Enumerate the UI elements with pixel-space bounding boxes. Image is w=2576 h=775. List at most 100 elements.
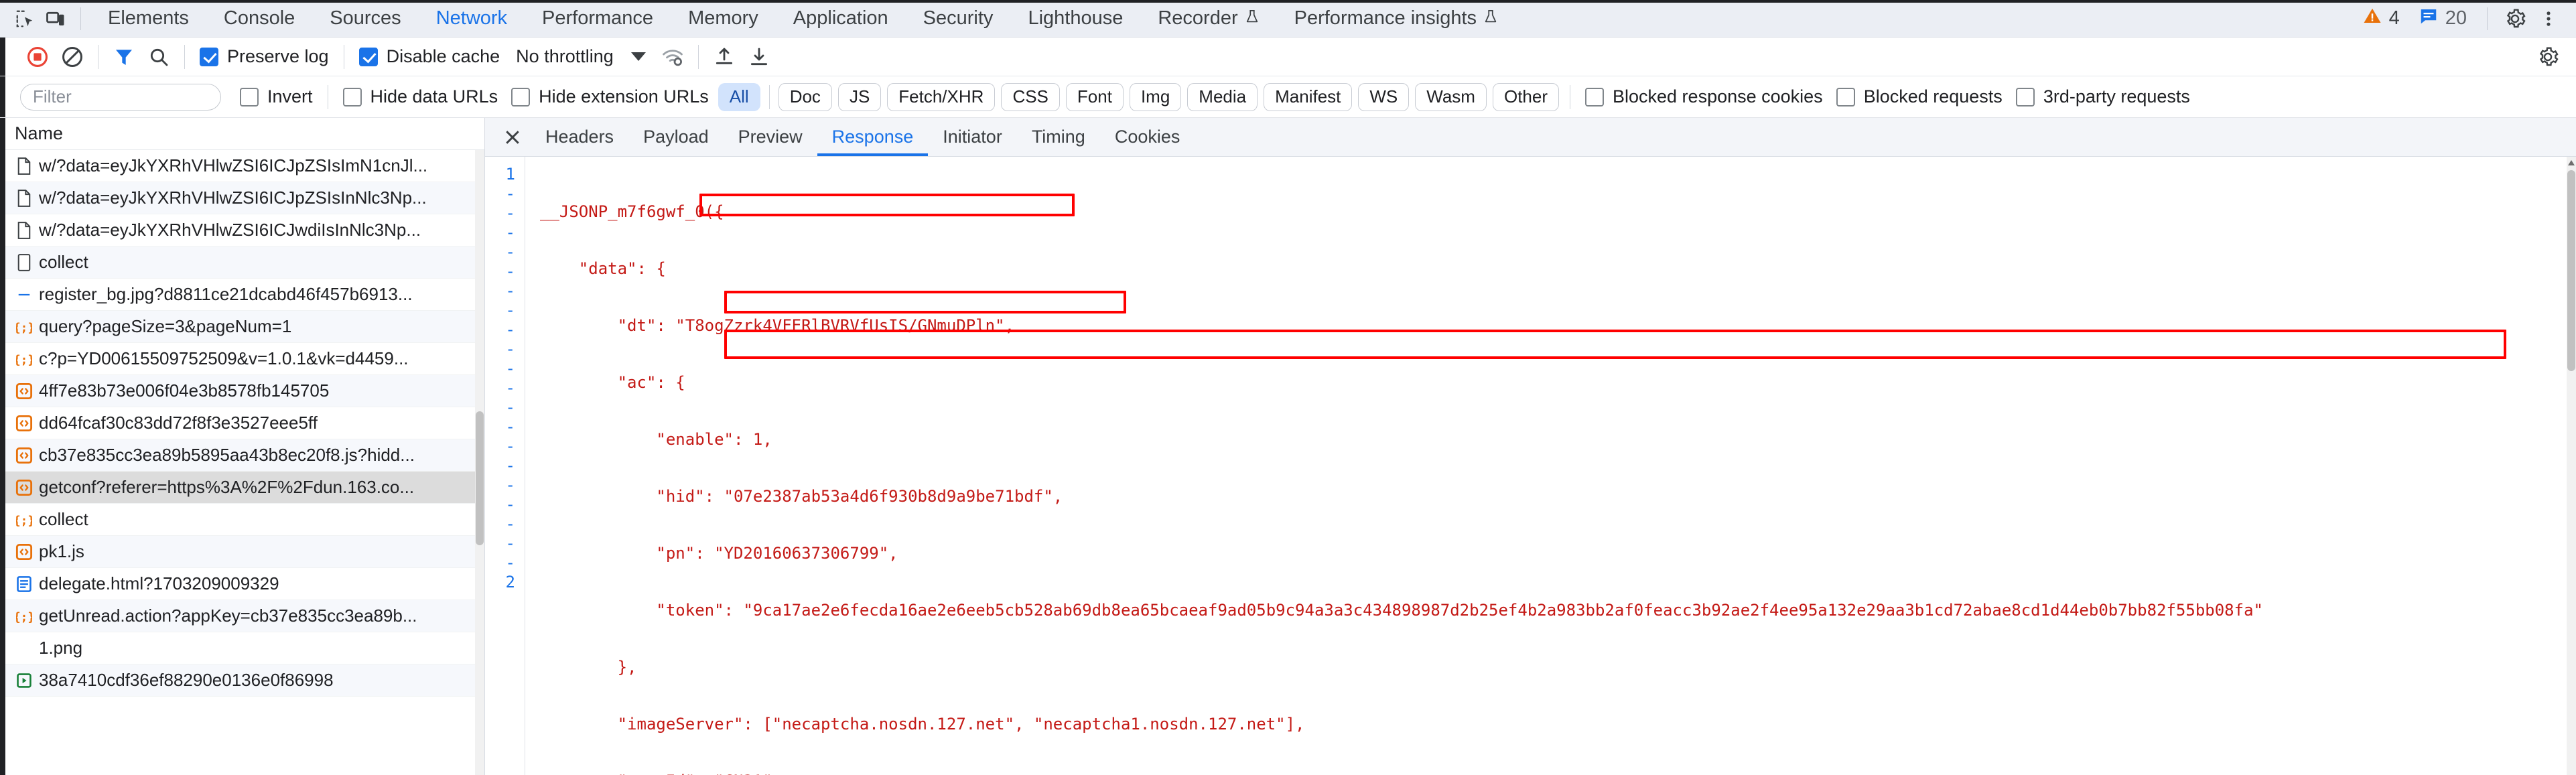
preserve-log-checkbox[interactable]: Preserve log [193, 46, 336, 67]
line-number: - [505, 223, 515, 242]
preserve-log-box[interactable] [200, 47, 218, 66]
search-icon[interactable] [141, 42, 176, 72]
request-row[interactable]: {;} collect [0, 504, 484, 536]
tab-cookies[interactable]: Cookies [1100, 118, 1195, 156]
chip-all[interactable]: All [718, 82, 760, 111]
filter-funnel-icon[interactable] [107, 42, 141, 72]
chip-doc[interactable]: Doc [778, 82, 832, 111]
tab-headers[interactable]: Headers [531, 118, 628, 156]
request-row[interactable]: delegate.html?1703209009329 [0, 568, 484, 600]
request-row[interactable]: w/?data=eyJkYXRhVHlwZSI6ICJpZSIsInNlc3Np… [0, 182, 484, 214]
request-row[interactable]: 1.png [0, 632, 484, 664]
request-row[interactable]: w/?data=eyJkYXRhVHlwZSI6ICJwdiIsInNlc3Np… [0, 214, 484, 246]
tab-memory[interactable]: Memory [671, 0, 776, 37]
response-code[interactable]: __JSONP_m7f6gwf_0({ "data": { "dt": "T8o… [525, 157, 2576, 775]
request-list-header[interactable]: Name [0, 118, 484, 150]
invert-box[interactable] [240, 87, 259, 107]
tab-payload[interactable]: Payload [628, 118, 724, 156]
invert-label: Invert [267, 86, 313, 107]
tab-performance[interactable]: Performance [525, 0, 671, 37]
tab-response[interactable]: Response [817, 118, 929, 156]
request-list-scrollbar[interactable] [475, 150, 484, 775]
clear-icon[interactable] [55, 42, 90, 72]
chip-css[interactable]: CSS [1001, 82, 1060, 111]
tab-lighthouse[interactable]: Lighthouse [1010, 0, 1140, 37]
blocked-response-cookies-box[interactable] [1585, 87, 1604, 107]
request-row[interactable]: register_bg.jpg?d8811ce21dcabd46f457b691… [0, 279, 484, 311]
hide-extension-urls-checkbox[interactable]: Hide extension URLs [504, 86, 716, 107]
record-stop-icon[interactable] [20, 42, 55, 72]
request-name: collect [39, 509, 88, 529]
blocked-requests-checkbox[interactable]: Blocked requests [1830, 86, 2009, 107]
request-row[interactable]: dd64fcaf30c83dd72f8f3e3527eee5ff [0, 407, 484, 439]
throttling-dropdown[interactable]: No throttling [506, 46, 655, 67]
request-row[interactable]: 4ff7e83b73e006f04e3b8578fb145705 [0, 375, 484, 407]
kebab-menu-icon[interactable] [2533, 5, 2564, 32]
invert-checkbox[interactable]: Invert [233, 86, 320, 107]
tab-preview[interactable]: Preview [724, 118, 817, 156]
request-row[interactable]: collect [0, 246, 484, 279]
wifi-settings-icon[interactable] [655, 42, 690, 72]
filter-input[interactable] [20, 83, 221, 111]
tab-console[interactable]: Console [206, 0, 312, 37]
disable-cache-box[interactable] [358, 47, 378, 66]
request-row[interactable]: {;} query?pageSize=3&pageNum=1 [0, 311, 484, 343]
network-settings-gear-icon[interactable] [2530, 42, 2565, 72]
network-filter-bar: Invert Hide data URLs Hide extension URL… [0, 76, 2576, 118]
export-har-icon[interactable] [742, 42, 776, 72]
html-icon [9, 575, 39, 593]
request-row[interactable]: cb37e835cc3ea89b5895aa43b8ec20f8.js?hidd… [0, 439, 484, 472]
tab-security[interactable]: Security [906, 0, 1011, 37]
request-row[interactable]: {;} c?p=YD00615509752509&v=1.0.1&vk=d445… [0, 343, 484, 375]
gear-icon[interactable] [2500, 5, 2530, 32]
response-body-viewer[interactable]: 1 - - - - - - - - - - - - - - - - - - - [485, 157, 2576, 775]
messages-badge[interactable]: 20 [2411, 6, 2475, 31]
tab-initiator[interactable]: Initiator [928, 118, 1017, 156]
chip-wasm[interactable]: Wasm [1415, 82, 1487, 111]
chip-img[interactable]: Img [1129, 82, 1182, 111]
request-row-selected[interactable]: getconf?referer=https%3A%2F%2Fdun.163.co… [0, 472, 484, 504]
request-row[interactable]: w/?data=eyJkYXRhVHlwZSI6ICJpZSIsImN1cnJl… [0, 150, 484, 182]
response-scroll-thumb[interactable] [2567, 170, 2575, 371]
tab-elements[interactable]: Elements [90, 0, 206, 37]
chip-fetch-xhr[interactable]: Fetch/XHR [887, 82, 996, 111]
chip-media[interactable]: Media [1187, 82, 1258, 111]
request-row[interactable]: pk1.js [0, 536, 484, 568]
disable-cache-checkbox[interactable]: Disable cache [352, 46, 507, 67]
request-name: register_bg.jpg?d8811ce21dcabd46f457b691… [39, 284, 413, 304]
import-har-icon[interactable] [707, 42, 742, 72]
tab-timing[interactable]: Timing [1017, 118, 1100, 156]
warnings-badge[interactable]: 4 [2354, 6, 2408, 31]
tab-application[interactable]: Application [776, 0, 906, 37]
detail-tab-bar: Headers Payload Preview Response Initiat… [485, 118, 2576, 157]
tab-sources[interactable]: Sources [312, 0, 418, 37]
chip-font[interactable]: Font [1065, 82, 1124, 111]
blocked-response-cookies-checkbox[interactable]: Blocked response cookies [1578, 86, 1830, 107]
hide-data-urls-box[interactable] [342, 87, 362, 107]
blocked-requests-box[interactable] [1836, 87, 1855, 107]
tab-network[interactable]: Network [419, 0, 525, 37]
request-row[interactable]: {;} getUnread.action?appKey=cb37e835cc3e… [0, 600, 484, 632]
chip-manifest[interactable]: Manifest [1264, 82, 1353, 111]
inspect-element-icon[interactable] [9, 5, 40, 32]
line-number: - [505, 378, 515, 397]
request-list-scroll-thumb[interactable] [476, 411, 484, 545]
device-toolbar-icon[interactable] [40, 5, 71, 32]
chip-js[interactable]: JS [837, 82, 882, 111]
hide-data-urls-checkbox[interactable]: Hide data URLs [336, 86, 505, 107]
request-list[interactable]: w/?data=eyJkYXRhVHlwZSI6ICJpZSIsImN1cnJl… [0, 150, 484, 775]
chip-other[interactable]: Other [1492, 82, 1559, 111]
hide-extension-urls-box[interactable] [511, 87, 531, 107]
third-party-requests-box[interactable] [2015, 87, 2035, 107]
chip-ws[interactable]: WS [1358, 82, 1410, 111]
tab-performance-insights[interactable]: Performance insights [1277, 0, 1515, 37]
request-row[interactable]: 38a7410cdf36ef88290e0136e0f86998 [0, 664, 484, 697]
line-number-gutter: 1 - - - - - - - - - - - - - - - - - - - [485, 157, 525, 775]
tab-recorder[interactable]: Recorder [1140, 0, 1276, 37]
scroll-up-arrow-icon[interactable] [2567, 158, 2575, 167]
js-icon [9, 447, 39, 464]
third-party-requests-checkbox[interactable]: 3rd-party requests [2009, 86, 2197, 107]
close-icon[interactable] [494, 118, 531, 156]
line-number: - [505, 281, 515, 300]
response-scrollbar[interactable] [2567, 157, 2576, 775]
